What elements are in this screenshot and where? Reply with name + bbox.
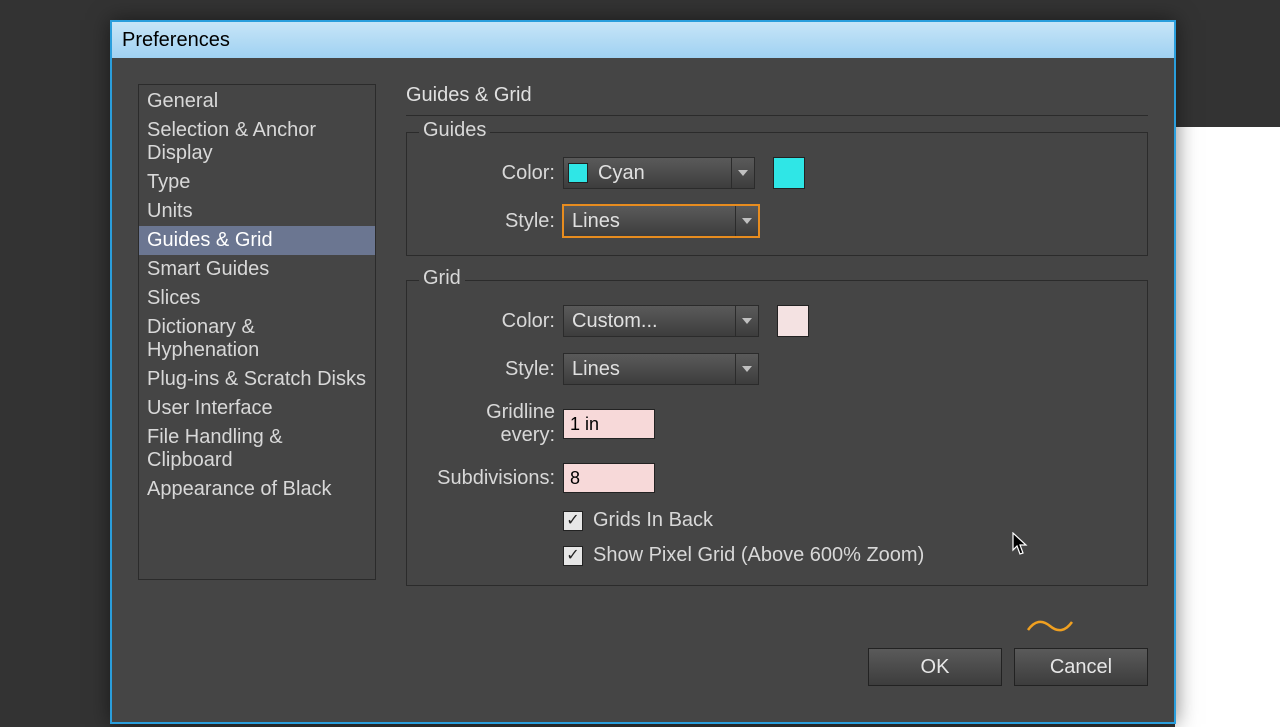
grids-in-back-label: Grids In Back [593,509,713,532]
grid-color-label: Color: [431,310,555,333]
grid-style-value: Lines [572,358,620,381]
guides-color-value: Cyan [598,162,645,185]
sidebar-item-general[interactable]: General [139,87,375,116]
subdivisions-input[interactable] [563,463,655,493]
guides-style-value: Lines [572,210,620,233]
chevron-down-icon [735,306,758,336]
chevron-down-icon [731,158,754,188]
sidebar-item-dictionary-hyphenation[interactable]: Dictionary & Hyphenation [139,313,375,365]
cancel-button[interactable]: Cancel [1014,648,1148,686]
sidebar-item-appearance-of-black[interactable]: Appearance of Black [139,475,375,504]
sidebar-item-file-handling-clipboard[interactable]: File Handling & Clipboard [139,423,375,475]
sidebar-item-units[interactable]: Units [139,197,375,226]
sidebar-item-plug-ins-scratch-disks[interactable]: Plug-ins & Scratch Disks [139,365,375,394]
guides-style-dropdown[interactable]: Lines [562,204,760,238]
dialog-title: Preferences [122,29,230,51]
sidebar-item-guides-grid[interactable]: Guides & Grid [139,226,375,255]
preferences-category-list: GeneralSelection & Anchor DisplayTypeUni… [138,84,376,580]
subdivisions-label: Subdivisions: [431,467,555,490]
grid-style-dropdown[interactable]: Lines [563,353,759,385]
guides-color-label: Color: [431,162,555,185]
ok-button[interactable]: OK [868,648,1002,686]
gridline-every-input[interactable] [563,409,655,439]
grid-color-value: Custom... [572,310,658,333]
guides-style-label: Style: [431,210,555,233]
sidebar-item-user-interface[interactable]: User Interface [139,394,375,423]
grid-style-label: Style: [431,358,555,381]
grids-in-back-checkbox[interactable]: ✓ [563,511,583,531]
sidebar-item-type[interactable]: Type [139,168,375,197]
canvas-area [1175,127,1280,727]
show-pixel-grid-checkbox[interactable]: ✓ [563,546,583,566]
guides-group: Guides Color: Cyan Style: Lines [406,132,1148,256]
grid-color-dropdown[interactable]: Custom... [563,305,759,337]
chevron-down-icon [735,206,758,236]
panel-title: Guides & Grid [406,84,1148,107]
cancel-button-label: Cancel [1050,656,1112,679]
guides-legend: Guides [419,119,490,142]
ok-button-label: OK [921,656,950,679]
watermark-wave-icon [1026,616,1074,636]
sidebar-item-selection-anchor-display[interactable]: Selection & Anchor Display [139,116,375,168]
grid-group: Grid Color: Custom... Style: Lines [406,280,1148,586]
sidebar-item-smart-guides[interactable]: Smart Guides [139,255,375,284]
guides-color-dropdown[interactable]: Cyan [563,157,755,189]
grid-legend: Grid [419,267,465,290]
panel-divider [406,115,1148,116]
grid-color-swatch[interactable] [777,305,809,337]
preferences-dialog: Preferences GeneralSelection & Anchor Di… [110,20,1176,724]
gridline-every-label: Gridline every: [431,401,555,447]
chevron-down-icon [735,354,758,384]
guides-color-inner-swatch [568,163,588,183]
dialog-titlebar[interactable]: Preferences [112,22,1174,58]
sidebar-item-slices[interactable]: Slices [139,284,375,313]
show-pixel-grid-label: Show Pixel Grid (Above 600% Zoom) [593,544,924,567]
guides-color-swatch[interactable] [773,157,805,189]
